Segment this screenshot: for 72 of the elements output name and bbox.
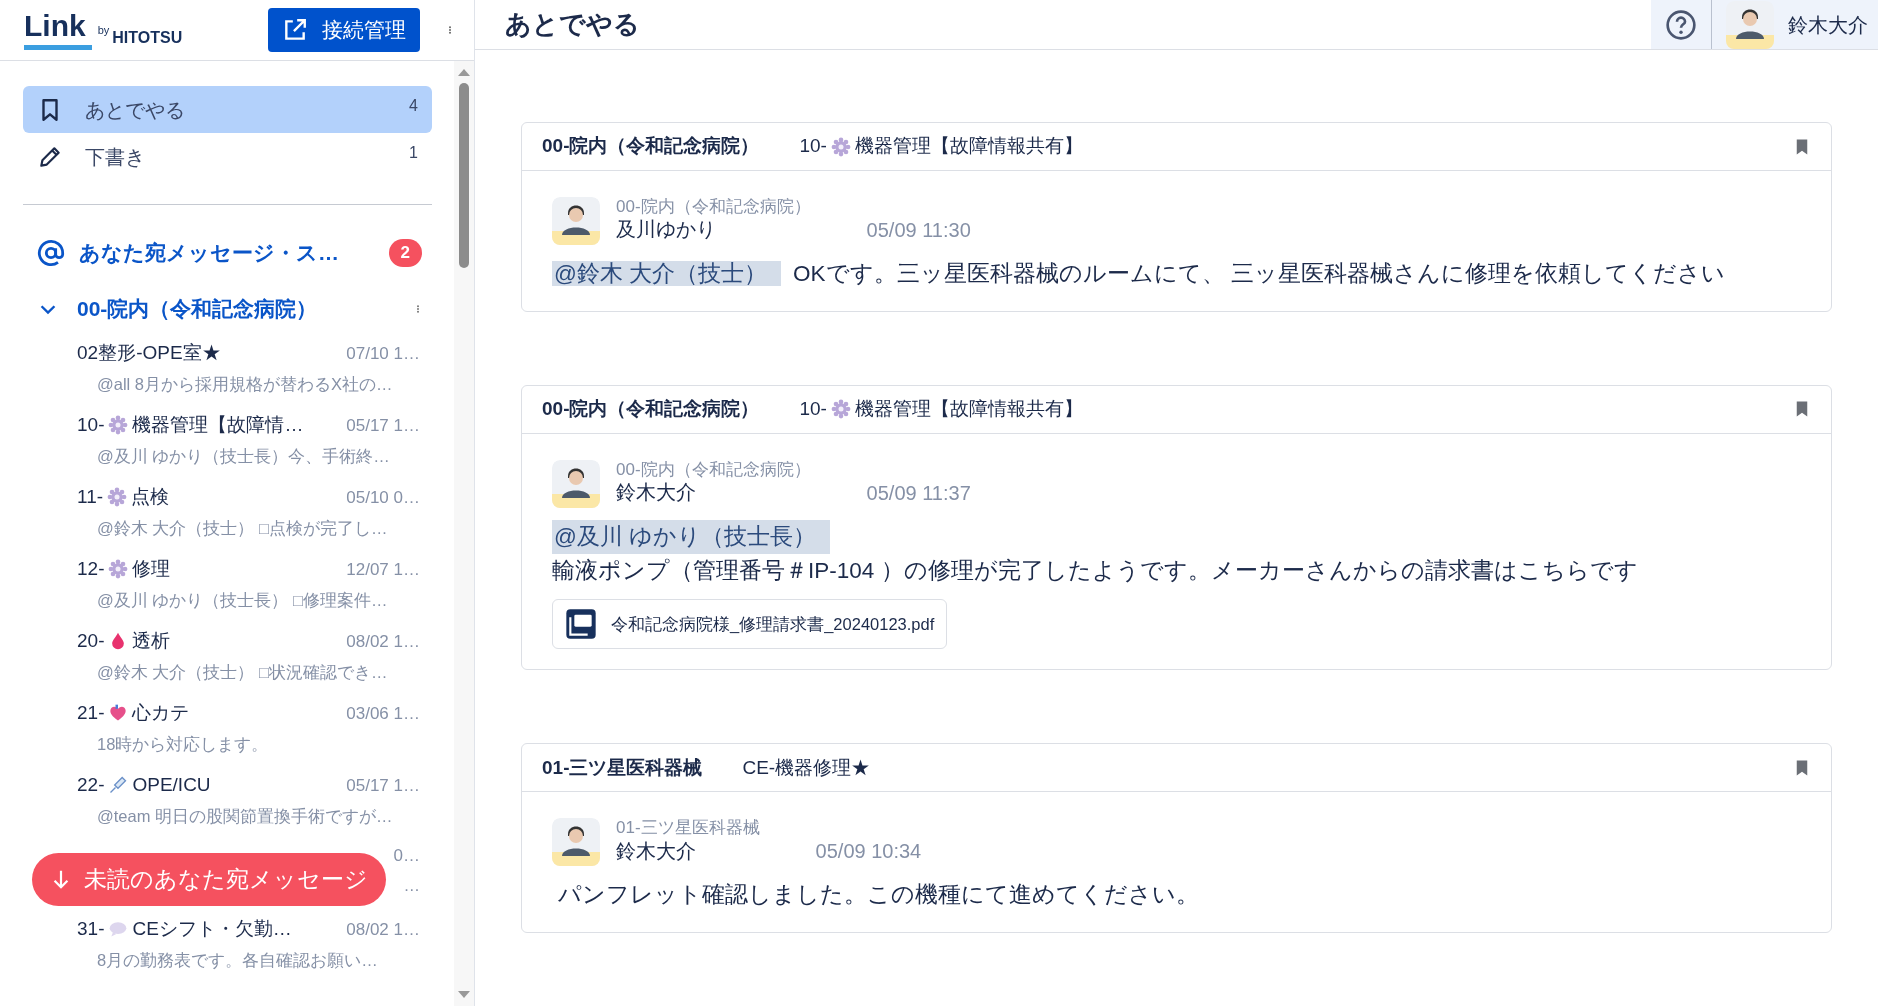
logo-byline: by xyxy=(97,22,110,38)
thread-name[interactable]: CE-機器修理★ xyxy=(742,753,871,782)
person-avatar xyxy=(552,197,600,245)
file-attachment[interactable]: 令和記念病院様_修理請求書_20240123.pdf xyxy=(552,599,948,650)
message-channel: 00-院内（令和記念病院） xyxy=(616,459,811,481)
scroll-up-arrow-icon[interactable] xyxy=(457,67,471,77)
channel-date: 12/07 1… xyxy=(346,558,420,581)
logo-wordmark: Link xyxy=(24,10,92,50)
person-avatar xyxy=(552,459,600,508)
message-channel: 00-院内（令和記念病院） xyxy=(616,197,811,218)
channel-preview: @及川 ゆかり（技士長）今、手術終… xyxy=(96,445,391,467)
message-channel: 01-三ツ星医科器械 xyxy=(616,818,760,839)
channel-date: 05/10 0… xyxy=(346,486,420,509)
channel-date: 0… xyxy=(393,845,420,867)
mention-tag[interactable]: @鈴木 大介（技士） xyxy=(552,261,782,286)
gear-icon xyxy=(108,415,129,436)
channel-name[interactable]: 10- 機器管理【故障情… xyxy=(77,411,304,440)
gear-icon xyxy=(108,559,129,580)
thread-name[interactable]: 10- 機器管理【故障情報共有】 xyxy=(799,132,1083,161)
channel-preview: 18時から対応します。 xyxy=(96,733,270,755)
channel-name[interactable]: 12- 修理 xyxy=(77,555,171,584)
sender-name: 鈴木大介 xyxy=(616,480,697,505)
message-text: パンフレット確認しました。この機種にて進めてください。 xyxy=(558,882,1199,908)
unread-count-badge: 2 xyxy=(388,239,422,267)
scroll-down-arrow-icon[interactable] xyxy=(457,990,471,1000)
group-name[interactable]: 00-院内（令和記念病院） xyxy=(77,293,318,325)
channel-date: 05/17 1… xyxy=(346,414,420,437)
message-text: OKです。三ッ星医科器械のルームにて、 三ッ星医科器械さんに修理を依頼してください xyxy=(793,261,1725,286)
message-time: 05/09 11:37 xyxy=(866,480,971,506)
channel-preview: @all 8月から採用規格が替わるX社の… xyxy=(96,373,394,395)
channel-preview: @team 明日の股関節置換手術ですが… xyxy=(96,805,394,827)
channel-name[interactable]: 00-院内（令和記念病院） xyxy=(542,132,760,161)
channel-name[interactable]: 02整形-OPE室★ xyxy=(77,339,221,368)
channel-date: 08/02 1… xyxy=(346,630,420,653)
channel-preview: @鈴木 大介（技士） □点検が完了し… xyxy=(96,517,389,539)
sender-name: 鈴木大介 xyxy=(616,838,697,863)
message-time: 05/09 10:34 xyxy=(815,839,922,865)
channel-name[interactable]: 22- OPE/ICU xyxy=(77,771,211,800)
at-sign-icon xyxy=(37,239,65,267)
gear-icon xyxy=(830,136,851,157)
channel-date: 07/10 1… xyxy=(346,342,420,365)
channel-name[interactable]: 20- 透析 xyxy=(77,627,171,656)
channel-date: 05/17 1… xyxy=(346,774,420,797)
sidebar-nav-item[interactable]: 下書き 1 xyxy=(23,133,432,180)
external-link-icon xyxy=(282,17,308,43)
channel-name[interactable]: 11- 点検 xyxy=(77,483,170,512)
mentions-link[interactable]: あなた宛メッセージ・ス… xyxy=(79,237,339,269)
connection-management-button[interactable]: 接続管理 xyxy=(268,8,420,52)
sidebar-nav-item[interactable]: あとでやる 4 xyxy=(23,86,432,133)
channel-date: 08/02 1… xyxy=(346,918,420,941)
channel-preview: @及川 ゆかり（技士長） □修理案件… xyxy=(96,589,389,611)
gear-icon xyxy=(830,399,851,420)
message-time: 05/09 11:30 xyxy=(866,218,971,243)
page-title: あとでやる xyxy=(504,8,640,41)
channel-name[interactable]: 00-院内（令和記念病院） xyxy=(542,395,760,424)
channel-name[interactable]: 31- CEシフト・欠勤… xyxy=(77,915,292,944)
mention-tag[interactable]: @及川 ゆかり（技士長） xyxy=(552,519,831,554)
message-text: 輸液ポンプ（管理番号＃IP-104 ）の修理が完了したようです。メーカーさんからの請求書はこちらです xyxy=(552,557,1638,583)
channel-preview: @鈴木 大介（技士） □状況確認でき… xyxy=(96,661,389,683)
pdf-file-icon xyxy=(565,608,597,641)
channel-name[interactable]: 01-三ツ星医科器械 xyxy=(542,753,703,782)
channel-name[interactable]: 21- 心カテ xyxy=(77,699,190,728)
help-icon[interactable] xyxy=(1665,8,1697,41)
sender-name: 及川ゆかり xyxy=(616,217,717,242)
logo-brand: HITOTSU xyxy=(112,27,183,48)
channel-preview: 8月の勤務表です。各自確認お願い… xyxy=(96,949,379,971)
thread-name[interactable]: 10- 機器管理【故障情報共有】 xyxy=(799,395,1083,424)
channel-date: 03/06 1… xyxy=(346,702,420,725)
scrollbar-thumb[interactable] xyxy=(459,83,469,268)
channel-preview: … xyxy=(403,874,420,896)
person-avatar xyxy=(552,818,600,867)
gear-icon xyxy=(107,487,128,508)
